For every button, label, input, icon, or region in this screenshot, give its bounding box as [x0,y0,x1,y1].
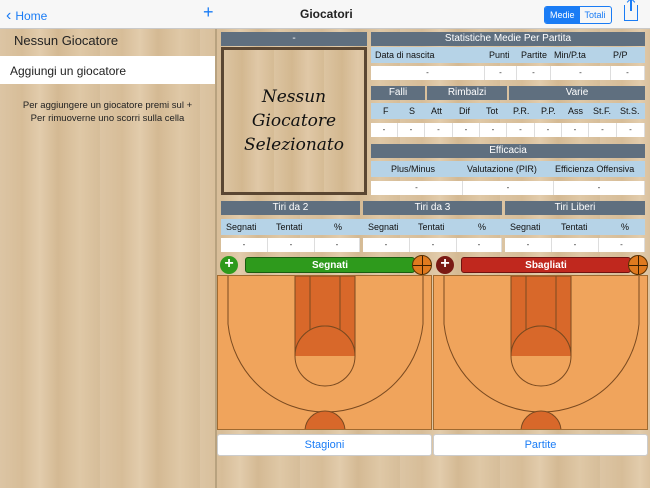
no-player-label: Nessun Giocatore [14,33,119,48]
stats-mode-segmented-control: Medie Totali [544,6,612,24]
court-diagram [443,276,640,429]
value-stf: - [589,123,617,137]
value-min: - [551,66,611,80]
basketball-icon [412,255,432,275]
basketball-icon [628,255,648,275]
value-dif: - [453,123,480,137]
value-partite: - [517,66,551,80]
stats-columns-row: F S Att Dif Tot P.R. P.P. Ass St.F. St.S… [371,103,645,119]
value-nascita: - [371,66,485,80]
player-list-panel: Nessun Giocatore Aggiungi un giocatore P… [0,29,215,488]
player-photo[interactable]: Nessun Giocatore Selezionato [221,47,367,195]
rimbalzi-header: Rimbalzi [427,86,507,100]
value-punti: - [485,66,517,80]
sbagliati-bar[interactable]: Sbagliati [461,257,631,273]
chevron-left-icon: ‹ [6,7,12,24]
value-t3-tentati: - [410,238,457,252]
value-t2-segnati: - [221,238,268,252]
player-name-header: - [221,32,367,46]
value-tot: - [480,123,507,137]
share-icon[interactable] [624,0,638,21]
stats-title: Statistiche Medie Per Partita [371,32,645,46]
segnati-bar[interactable]: Segnati [245,257,415,273]
value-plusminus: - [371,181,463,195]
value-tl-tentati: - [552,238,599,252]
value-sts: - [617,123,645,137]
value-pir: - [463,181,554,195]
varie-header: Varie [509,86,645,100]
add-player-button[interactable]: + [203,3,214,21]
value-s: - [398,123,425,137]
value-att: - [425,123,453,137]
segment-medie[interactable]: Medie [545,7,580,23]
missed-shots-court[interactable] [433,275,648,430]
value-pr: - [507,123,535,137]
stagioni-button[interactable]: Stagioni [217,434,432,456]
value-pp: - [611,66,645,80]
value-pp2: - [535,123,562,137]
add-made-shot-button[interactable]: + [220,256,238,274]
made-shots-court[interactable] [217,275,432,430]
add-player-cell[interactable]: Aggiungi un giocatore [0,56,215,84]
segment-totali[interactable]: Totali [580,7,611,23]
value-ass: - [562,123,589,137]
value-t2-pct: - [315,238,360,252]
tiri3-header: Tiri da 3 [363,201,502,215]
stats-header-row: Data di nascita Punti Partite Min/P.ta P… [371,47,645,63]
falli-header: Falli [371,86,425,100]
hint-text: Per aggiungere un giocatore premi sul + P… [22,100,193,124]
back-button[interactable]: ‹ Home [6,7,47,25]
efficacia-header: Efficacia [371,144,645,158]
navigation-bar: ‹ Home + Giocatori Medie Totali [0,0,650,29]
page-title: Giocatori [300,7,353,21]
value-t3-pct: - [457,238,502,252]
value-tl-pct: - [599,238,645,252]
value-tl-segnati: - [505,238,552,252]
value-t3-segnati: - [363,238,410,252]
add-missed-shot-button[interactable]: + [436,256,454,274]
shots-columns-row: Segnati Tentati % Segnati Tentati % Segn… [221,219,645,235]
efficacia-columns-row: Plus/Minus Valutazione (PIR) Efficienza … [371,161,645,177]
value-efficienza: - [554,181,645,195]
value-f: - [371,123,398,137]
liberi-header: Tiri Liberi [505,201,645,215]
tiri2-header: Tiri da 2 [221,201,360,215]
value-t2-tentati: - [268,238,315,252]
court-diagram [227,276,424,429]
partite-button[interactable]: Partite [433,434,648,456]
